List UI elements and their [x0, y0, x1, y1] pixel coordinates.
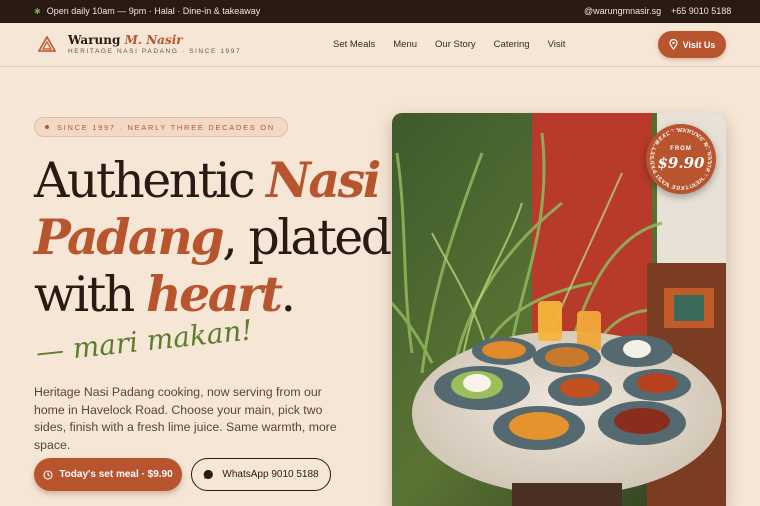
headline-nasi: Nasi: [266, 151, 381, 209]
map-pin-icon: [668, 39, 678, 50]
headline-padang: Padang: [34, 208, 225, 266]
visit-us-button[interactable]: Visit Us: [658, 31, 726, 58]
nav-link-catering[interactable]: Catering: [494, 39, 530, 50]
whatsapp-button[interactable]: WhatsApp 9010 5188: [191, 458, 331, 491]
opening-hours: ✱ Open daily 10am — 9pm · Halal · Dine-i…: [34, 6, 260, 16]
clock-icon: [43, 469, 53, 480]
todays-set-meal-label: Today's set meal · $9.90: [59, 469, 173, 480]
pill-dot-icon: [45, 125, 49, 129]
nav-link-set-meals[interactable]: Set Meals: [333, 39, 375, 50]
brand-name-accent: M. Nasir: [124, 33, 183, 47]
brand-name-plain: Warung: [68, 33, 125, 47]
headline-heart: heart: [145, 265, 283, 323]
nav-link-menu[interactable]: Menu: [393, 39, 417, 50]
whatsapp-label: WhatsApp 9010 5188: [222, 469, 319, 480]
leaf-dot-icon: ✱: [34, 6, 41, 16]
headline-period: .: [280, 266, 296, 323]
brand-tagline: HERITAGE NASI PADANG · SINCE 1997: [68, 48, 242, 55]
announcement-bar: ✱ Open daily 10am — 9pm · Halal · Dine-i…: [0, 0, 760, 23]
nav-link-visit[interactable]: Visit: [548, 39, 566, 50]
triangle-logo-icon[interactable]: [38, 36, 56, 52]
headline-plated: , plated: [222, 209, 392, 266]
main-nav: Warung M. Nasir HERITAGE NASI PADANG · S…: [0, 23, 760, 67]
opening-hours-text: Open daily 10am — 9pm · Halal · Dine-in …: [46, 6, 261, 16]
headline-authentic: Authentic: [34, 152, 267, 209]
since-pill-text: SINCE 1997 · NEARLY THREE DECADES ON: [57, 122, 275, 132]
headline-with: with: [34, 266, 146, 323]
brand-name[interactable]: Warung M. Nasir: [68, 33, 183, 47]
visit-us-label: Visit Us: [682, 39, 716, 50]
phone-link[interactable]: +65 9010 5188: [671, 6, 731, 16]
price-badge: SET MEAL · WARUNG M. NASIR · HERITAGE NA…: [646, 124, 716, 194]
nav-link-our-story[interactable]: Our Story: [435, 39, 476, 50]
whatsapp-icon: [204, 469, 214, 479]
hero-headline: Authentic Nasi Padang, plated with heart…: [34, 151, 392, 323]
badge-price: $9.90: [657, 154, 705, 172]
nav-links: Set Meals Menu Our Story Catering Visit: [333, 39, 565, 50]
todays-set-meal-button[interactable]: Today's set meal · $9.90: [34, 458, 182, 491]
badge-from: FROM: [670, 146, 692, 152]
since-pill: SINCE 1997 · NEARLY THREE DECADES ON: [34, 117, 288, 137]
instagram-link[interactable]: @warungmnasir.sg: [584, 6, 661, 16]
hero-description: Heritage Nasi Padang cooking, now servin…: [34, 385, 337, 452]
